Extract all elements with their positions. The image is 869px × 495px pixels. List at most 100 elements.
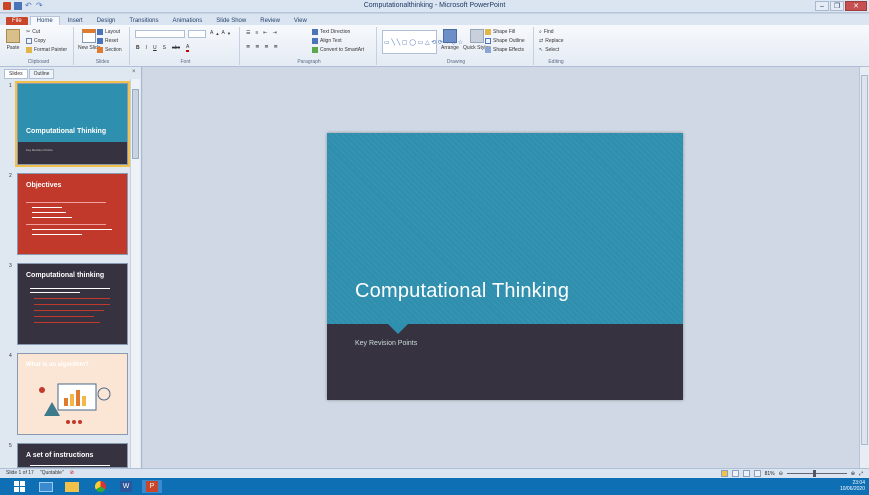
taskbar-chrome[interactable] [90, 480, 110, 493]
bold-button[interactable]: B [136, 45, 140, 51]
spellcheck-icon[interactable]: ⊘ [70, 470, 74, 476]
thumbnail-text-line [30, 292, 80, 293]
italic-button[interactable]: I [146, 45, 147, 51]
arrange-button[interactable]: Arrange [441, 29, 459, 51]
shadow-button[interactable]: S [163, 45, 166, 51]
reading-view-button[interactable] [742, 470, 750, 477]
font-name-box[interactable] [135, 30, 185, 38]
reset-button[interactable]: Reset [97, 38, 118, 44]
thumbnail-number: 4 [9, 353, 12, 359]
tab-insert[interactable]: Insert [62, 17, 89, 25]
tab-slides[interactable]: Slides [4, 69, 28, 79]
paste-button[interactable]: Paste [6, 29, 20, 51]
powerpoint-icon: P [146, 481, 158, 492]
fit-slide-icon[interactable]: ⤢ [859, 471, 863, 477]
normal-view-button[interactable] [720, 470, 728, 477]
quick-styles-icon [469, 29, 484, 43]
taskbar-app-1[interactable] [36, 480, 56, 493]
ribbon-tabs: File Home Insert Design Transitions Anim… [0, 14, 869, 25]
zoom-out-icon[interactable]: ⊖ [779, 471, 783, 477]
list-buttons: ☰ ≡ ⇤ ⇥ [246, 30, 277, 36]
monitor-icon [39, 481, 53, 492]
word-icon: W [120, 481, 132, 492]
pane-scroll-thumb[interactable] [132, 89, 139, 159]
close-button[interactable]: ✕ [845, 1, 867, 11]
font-color-icon[interactable]: A [186, 44, 190, 52]
thumbnail-text-line [32, 234, 82, 235]
section-button[interactable]: Section [97, 47, 122, 53]
shape-outline-button[interactable]: Shape Outline [485, 38, 525, 44]
slide-title[interactable]: Computational Thinking [355, 280, 569, 303]
strikethrough-button[interactable]: abc [172, 45, 180, 51]
taskbar-word[interactable]: W [116, 480, 136, 493]
start-button[interactable] [10, 480, 30, 493]
tab-home[interactable]: Home [29, 16, 60, 25]
zoom-in-icon[interactable]: ⊕ [851, 471, 855, 477]
windows-logo-icon [14, 480, 25, 492]
bullets-icon[interactable]: ☰ [246, 30, 250, 36]
tab-slide-show[interactable]: Slide Show [210, 17, 252, 25]
thumbnail-text-line [32, 207, 62, 208]
outdent-icon[interactable]: ⇥ [273, 30, 277, 36]
select-button[interactable]: ↖ Select [539, 47, 559, 53]
layout-button[interactable]: Layout [97, 29, 120, 35]
pane-close-icon[interactable]: × [132, 69, 136, 75]
shape-fill-button[interactable]: Shape Fill [485, 29, 515, 35]
tab-view[interactable]: View [288, 17, 313, 25]
tab-file[interactable]: File [6, 17, 28, 25]
convert-smartart-button[interactable]: Convert to SmartArt [312, 47, 364, 53]
copy-button[interactable]: Copy [26, 38, 46, 44]
status-left: Slide 1 of 17 "Quotable" ⊘ [6, 470, 74, 476]
tab-review[interactable]: Review [254, 17, 286, 25]
taskbar-powerpoint[interactable]: P [142, 480, 162, 493]
slide-thumbnail-2[interactable]: Objectives [17, 173, 128, 255]
tab-outline[interactable]: Outline [28, 69, 55, 79]
tab-design[interactable]: Design [91, 17, 122, 25]
slide-subtitle[interactable]: Key Revision Points [355, 340, 417, 347]
grow-font-icon[interactable]: A ▲ A ▼ [210, 30, 231, 36]
editor-vertical-scrollbar[interactable] [859, 67, 869, 468]
format-painter-button[interactable]: Format Painter [26, 47, 67, 53]
slide-thumbnail-1[interactable]: Computational Thinking Key Revision Poin… [15, 81, 130, 167]
outline-icon [485, 38, 491, 44]
slide-thumbnail-5[interactable]: A set of instructions [17, 443, 128, 468]
zoom-slider[interactable] [786, 470, 847, 477]
shapes-gallery[interactable]: ▭ ╲ ╲ ▢ ◯ ▭ △ ⟲ ⟳ ✧ ◇ ☆ [382, 30, 463, 54]
underline-button[interactable]: U [153, 45, 157, 51]
system-tray[interactable]: 23:04 10/06/2020 [840, 480, 865, 492]
taskbar-explorer[interactable] [62, 480, 82, 493]
maximize-button[interactable]: ❐ [830, 1, 844, 11]
brush-icon [26, 47, 32, 53]
current-slide[interactable]: Computational Thinking Key Revision Poin… [327, 133, 683, 400]
align-text-button[interactable]: Align Text [312, 38, 342, 44]
replace-button[interactable]: ⇄ Replace [539, 38, 564, 44]
cut-button[interactable]: ✂ Cut [26, 29, 40, 35]
zoom-level[interactable]: 81% [765, 471, 775, 477]
shape-effects-button[interactable]: Shape Effects [485, 47, 524, 53]
minimize-button[interactable]: – [815, 1, 829, 11]
indent-icon[interactable]: ⇤ [263, 30, 267, 36]
tab-animations[interactable]: Animations [167, 17, 209, 25]
window-title: Computationalthinking - Microsoft PowerP… [363, 2, 506, 9]
pane-tabs: Slides Outline [4, 69, 55, 79]
slide-thumbnail-4[interactable]: What is an algorithm? [17, 353, 128, 435]
align-center-icon[interactable]: ≣ [255, 44, 259, 50]
find-button[interactable]: ⌕ Find [539, 29, 554, 35]
slide-thumbnail-3[interactable]: Computational thinking [17, 263, 128, 345]
tab-transitions[interactable]: Transitions [123, 17, 164, 25]
align-right-icon[interactable]: ≣ [264, 44, 268, 50]
justify-icon[interactable]: ≣ [274, 44, 278, 50]
text-direction-button[interactable]: Text Direction [312, 29, 350, 35]
slideshow-view-button[interactable] [753, 470, 761, 477]
thumbnail-footer [18, 141, 127, 164]
align-left-icon[interactable]: ≣ [246, 44, 250, 50]
thumbnail-title: Computational thinking [26, 272, 105, 279]
slide-footer-band [327, 324, 683, 400]
editor-scroll-thumb[interactable] [861, 75, 868, 445]
slide-sorter-view-button[interactable] [731, 470, 739, 477]
pane-scrollbar[interactable] [130, 79, 140, 468]
zoom-slider-knob[interactable] [812, 470, 816, 477]
numbering-icon[interactable]: ≡ [255, 30, 258, 36]
font-size-box[interactable] [188, 30, 206, 38]
slide-notch-triangle [387, 323, 409, 334]
